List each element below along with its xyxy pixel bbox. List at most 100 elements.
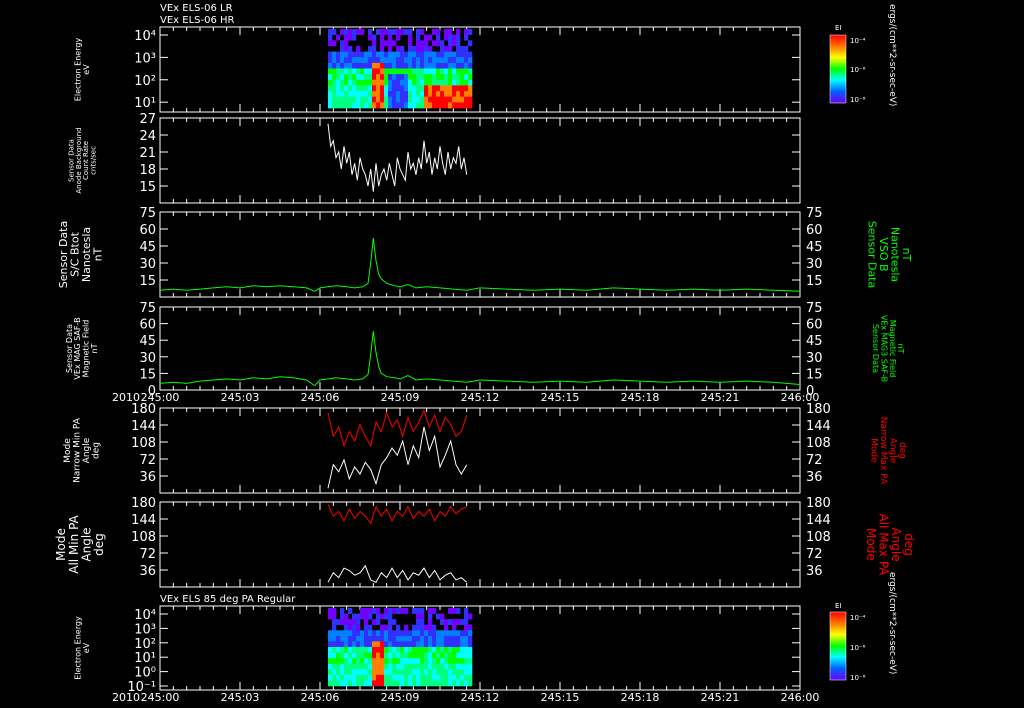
spectrogram-cell xyxy=(368,51,373,58)
spectrogram-cell xyxy=(448,102,453,109)
spectrogram-cell xyxy=(368,624,373,631)
spectrogram-cell xyxy=(404,85,409,92)
spectrogram-cell xyxy=(384,608,389,614)
spectrogram-cell xyxy=(344,96,349,103)
spectrogram-cell xyxy=(408,641,413,648)
spectrogram-cell xyxy=(368,79,373,86)
spectrogram-cell xyxy=(440,62,445,69)
spectrogram-cell xyxy=(440,669,445,676)
spectrogram-cell xyxy=(436,641,441,648)
spectrogram-cell xyxy=(360,658,365,664)
panel-frame xyxy=(159,117,801,204)
spectrogram-cell xyxy=(368,91,373,98)
spectrogram-cell xyxy=(412,51,417,58)
spectrogram-cell xyxy=(444,34,449,41)
spectrogram-cell xyxy=(440,45,445,52)
spectrogram-cell xyxy=(344,630,349,637)
y-tick-label: 75 xyxy=(139,301,156,316)
spectrogram-cell xyxy=(416,45,421,52)
spectrogram-cell xyxy=(352,29,357,35)
spectrogram-cell xyxy=(424,658,429,664)
spectrogram-cell xyxy=(428,79,433,86)
spectrogram-cell xyxy=(344,68,349,75)
spectrogram-cell xyxy=(328,29,333,35)
spectrogram-cell xyxy=(340,79,345,86)
spectrogram-cell xyxy=(468,29,473,35)
spectrogram-cell xyxy=(356,74,361,81)
spectrogram-cell xyxy=(340,635,345,642)
spectrogram-cell xyxy=(364,669,369,676)
spectrogram-cell xyxy=(424,51,429,58)
spectrogram-cell xyxy=(436,613,441,620)
spectrogram-cell xyxy=(364,658,369,664)
spectrogram-cell xyxy=(336,79,341,86)
spectrogram-cell xyxy=(392,608,397,614)
y-tick-label: 10² xyxy=(134,74,156,89)
spectrogram-cell xyxy=(444,647,449,653)
spectrogram-cell xyxy=(464,674,469,681)
spectrogram-cell xyxy=(440,663,445,670)
spectrogram-cell xyxy=(416,62,421,69)
spectrogram-cell xyxy=(404,96,409,103)
spectrogram-cell xyxy=(380,658,385,664)
colorbar-top-tick-1: 10⁻⁴ xyxy=(850,37,866,45)
spectrogram-cell xyxy=(340,85,345,92)
spectrogram-cell xyxy=(424,91,429,98)
spectrogram-cell xyxy=(452,652,457,659)
spectrogram-cell xyxy=(440,74,445,81)
spectrogram-cell xyxy=(328,658,333,664)
spectrogram-cell xyxy=(384,102,389,109)
spectrogram-cell xyxy=(336,652,341,659)
spectrogram-cell xyxy=(360,613,365,620)
spectrogram-cell xyxy=(372,680,377,687)
spectrogram-cell xyxy=(424,45,429,52)
right-axis-label: nT xyxy=(896,344,905,354)
x-tick-label: 245:03 xyxy=(221,391,260,404)
y-axis-label: nT xyxy=(90,343,99,353)
spectrogram-cell xyxy=(352,79,357,86)
spectrogram-cell xyxy=(388,85,393,92)
spectrogram-cell xyxy=(428,669,433,676)
spectrogram-cell xyxy=(448,51,453,58)
spectrogram-cell xyxy=(448,79,453,86)
spectrogram-cell xyxy=(420,619,425,625)
spectrogram-cell xyxy=(448,608,453,614)
colorbar-bottom-tick-3: 10⁻⁸ xyxy=(850,674,866,682)
y-tick-label-right: 75 xyxy=(806,206,823,221)
y-tick-label: 60 xyxy=(139,318,156,333)
spectrogram-cell xyxy=(424,79,429,86)
spectrogram-cell xyxy=(364,57,369,64)
spectrogram-cell xyxy=(464,647,469,653)
spectrogram-cell xyxy=(452,680,457,687)
spectrogram-cell xyxy=(448,635,453,642)
y-tick-label: 180 xyxy=(131,402,156,417)
spectrogram-cell xyxy=(388,62,393,69)
spectrogram-cell xyxy=(328,34,333,41)
spectrogram-cell xyxy=(380,652,385,659)
x-tick-label: 245:03 xyxy=(221,691,260,704)
spectrogram-cell xyxy=(444,674,449,681)
spectrogram-cell xyxy=(384,96,389,103)
spectrogram-cell xyxy=(364,91,369,98)
y-tick-label-right: 45 xyxy=(806,334,823,349)
spectrogram-cell xyxy=(340,641,345,648)
spectrogram-cell xyxy=(428,62,433,69)
x-tick-label: 245:06 xyxy=(301,391,340,404)
panel-narrow_pa: Mode Narrow Min PA Angle deg Mode Narrow Max … xyxy=(63,402,907,494)
spectrogram-cell xyxy=(456,619,461,625)
spectrogram-cell xyxy=(424,68,429,75)
spectrogram-cell xyxy=(364,635,369,642)
spectrogram-cell xyxy=(352,635,357,642)
y-tick-label-right: 72 xyxy=(806,453,823,468)
spectrogram-cell xyxy=(352,619,357,625)
colorbar-top: EI 10⁻⁴ 10⁻⁶ 10⁻⁸ xyxy=(829,24,866,104)
spectrogram-cell xyxy=(408,40,413,47)
spectrogram-cell xyxy=(420,608,425,614)
spectrogram-cell xyxy=(416,79,421,86)
spectrogram-cell xyxy=(424,652,429,659)
spectrogram-cell xyxy=(400,45,405,52)
spectrogram-cell xyxy=(464,45,469,52)
spectrogram-cell xyxy=(412,680,417,687)
spectrogram-cell xyxy=(332,663,337,670)
spectrogram-cell xyxy=(384,680,389,687)
